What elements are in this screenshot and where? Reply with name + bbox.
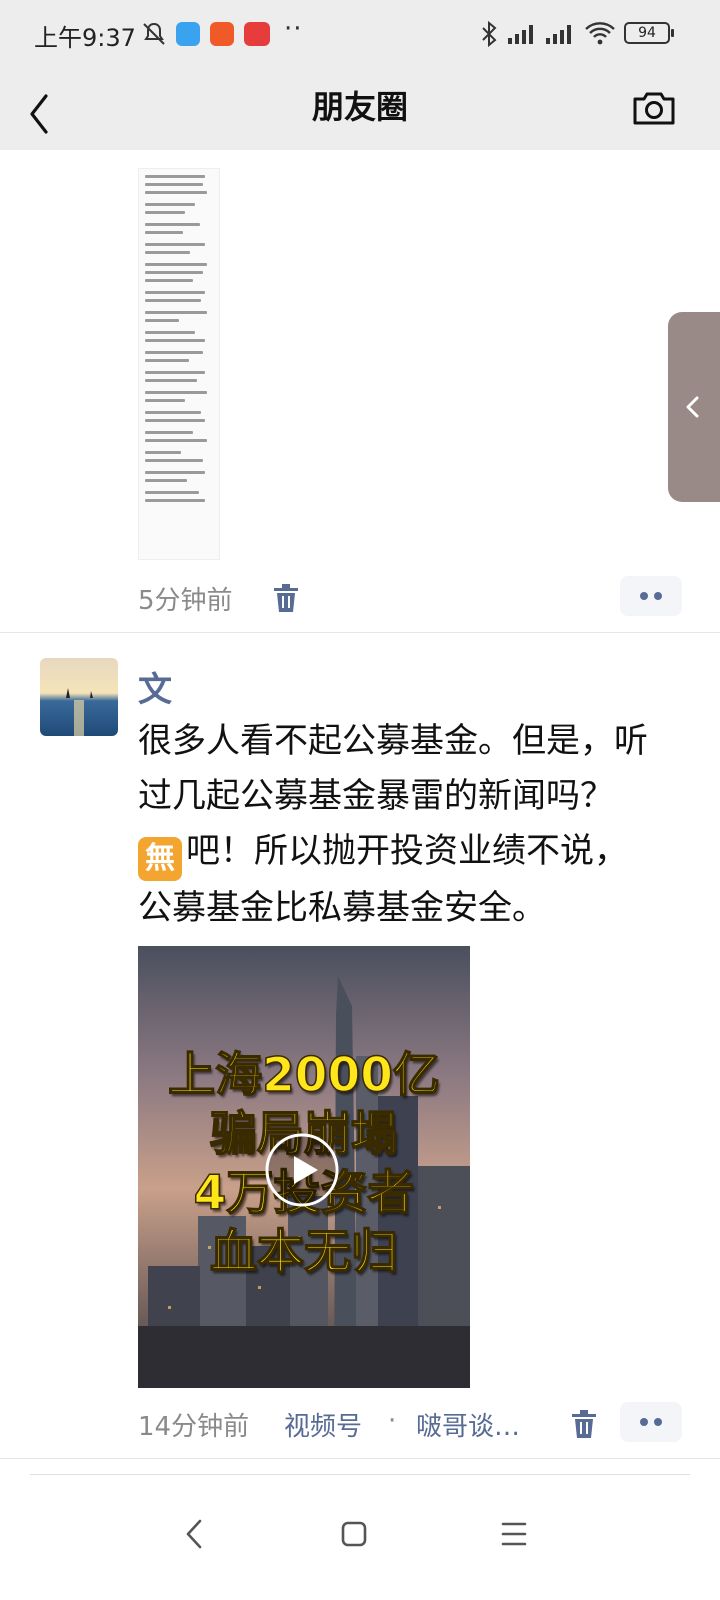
- signal-hd-icon: [504, 20, 540, 50]
- more-actions-button[interactable]: [620, 1402, 682, 1442]
- status-more-dots: ··: [284, 14, 303, 44]
- nav-divider: [30, 1474, 690, 1475]
- system-back-button[interactable]: [164, 1504, 224, 1564]
- delete-icon[interactable]: [568, 1408, 600, 1440]
- avatar[interactable]: [40, 658, 118, 736]
- post-timestamp: 14分钟前: [138, 1412, 250, 1442]
- status-bar: 上午9:37 ·· 94: [0, 0, 720, 68]
- telegram-app-icon: [210, 22, 234, 46]
- post-text-line: 很多人看不起公募基金。但是，听: [138, 721, 648, 761]
- home-icon: [341, 1521, 367, 1547]
- post-image-document[interactable]: [138, 168, 220, 560]
- more-actions-button[interactable]: [620, 576, 682, 616]
- wu-emoji-icon: 無: [138, 837, 182, 881]
- menu-icon: [501, 1522, 527, 1546]
- mute-icon: [140, 20, 168, 52]
- signal-hd-icon: [542, 20, 578, 50]
- post-timestamp: 5分钟前: [138, 586, 233, 616]
- system-home-button[interactable]: [324, 1504, 384, 1564]
- post-divider: [0, 1458, 720, 1459]
- bluetooth-icon: [480, 20, 498, 52]
- post-text-line: 吧！所以抛开投资业绩不说，: [186, 831, 628, 871]
- wifi-icon: [584, 20, 616, 50]
- back-icon: [186, 1519, 202, 1549]
- post-divider: [0, 632, 720, 633]
- chevron-left-icon: [686, 396, 699, 418]
- play-icon[interactable]: [264, 1132, 340, 1208]
- video-caption-line: 血本无归: [209, 1224, 399, 1281]
- toutiao-app-icon: [244, 22, 270, 46]
- camera-button[interactable]: [630, 84, 678, 132]
- camera-icon: [633, 92, 675, 125]
- post-author[interactable]: 文: [138, 662, 172, 711]
- nav-bar: 朋友圈: [0, 68, 720, 150]
- post-text: 很多人看不起公募基金。但是，听 过几起公募基金暴雷的新闻吗？ 無吧！所以抛开投资…: [138, 714, 698, 936]
- video-caption-line: 上海2000亿: [167, 1047, 440, 1104]
- side-panel-handle[interactable]: [668, 312, 720, 502]
- channel-name-link[interactable]: 啵哥谈…: [416, 1406, 520, 1443]
- channels-link[interactable]: 视频号: [284, 1406, 362, 1443]
- channel-separator: ·: [388, 1406, 397, 1436]
- system-menu-button[interactable]: [484, 1504, 544, 1564]
- post-text-line-with-emoji: 無吧！所以抛开投资业绩不说，: [138, 824, 698, 881]
- page-title: 朋友圈: [311, 88, 408, 126]
- system-nav-bar: [0, 1474, 720, 1600]
- status-time: 上午9:37: [34, 24, 136, 52]
- post-text-line: 公募基金比私募基金安全。: [138, 888, 546, 928]
- post-text-line: 过几起公募基金暴雷的新闻吗？: [138, 776, 614, 816]
- messenger-app-icon: [176, 22, 200, 46]
- battery-indicator: 94: [624, 22, 674, 44]
- delete-icon[interactable]: [270, 582, 302, 614]
